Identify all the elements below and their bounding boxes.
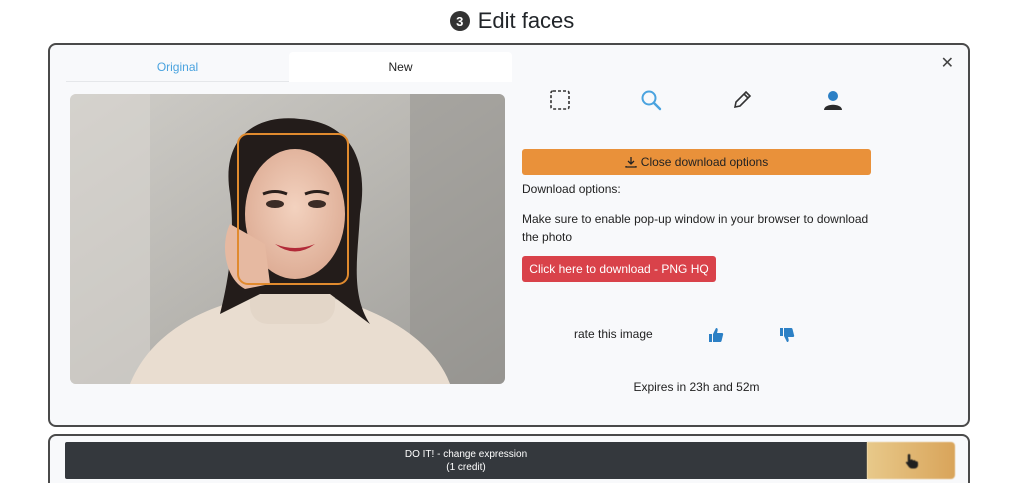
edited-photo [70,94,505,384]
tool-bar [520,85,940,115]
image-tabs: Original New [66,52,512,82]
zoom-icon[interactable] [636,85,666,115]
action-panel: DO IT! - change expression (1 credit) [48,434,970,483]
close-download-options-label: Close download options [640,155,769,169]
download-icon [625,157,637,168]
do-it-label: DO IT! - change expression [404,449,528,460]
hand-pointer-icon [905,454,918,469]
do-it-button[interactable]: DO IT! - change expression (1 credit) [65,442,867,479]
download-png-hq-button[interactable]: Click here to download - PNG HQ [522,256,716,282]
close-icon[interactable]: ✕ [941,53,954,73]
pencil-icon[interactable] [727,85,757,115]
expiry-text: Expires in 23h and 52m [633,380,760,394]
popup-note: Make sure to enable pop-up window in you… [522,212,869,244]
tab-new[interactable]: New [289,52,512,82]
edit-faces-panel: ✕ Original New Close download options Do… [48,43,970,427]
step-number-badge: 3 [449,11,470,31]
credit-cost-label: (1 credit) [446,462,486,473]
download-options-label: Download options: [522,182,621,196]
tab-original[interactable]: Original [66,52,289,82]
page-title-text: Edit faces [477,8,575,33]
thumbs-up-icon[interactable] [708,327,726,345]
thumbs-down-icon[interactable] [779,327,797,345]
person-icon[interactable] [818,85,848,115]
close-download-options-button[interactable]: Close download options [522,149,871,175]
page-title: 3 Edit faces [0,8,1024,34]
blurred-action-area[interactable] [867,442,955,479]
select-region-icon[interactable] [545,85,575,115]
rate-image-label: rate this image [574,327,653,341]
